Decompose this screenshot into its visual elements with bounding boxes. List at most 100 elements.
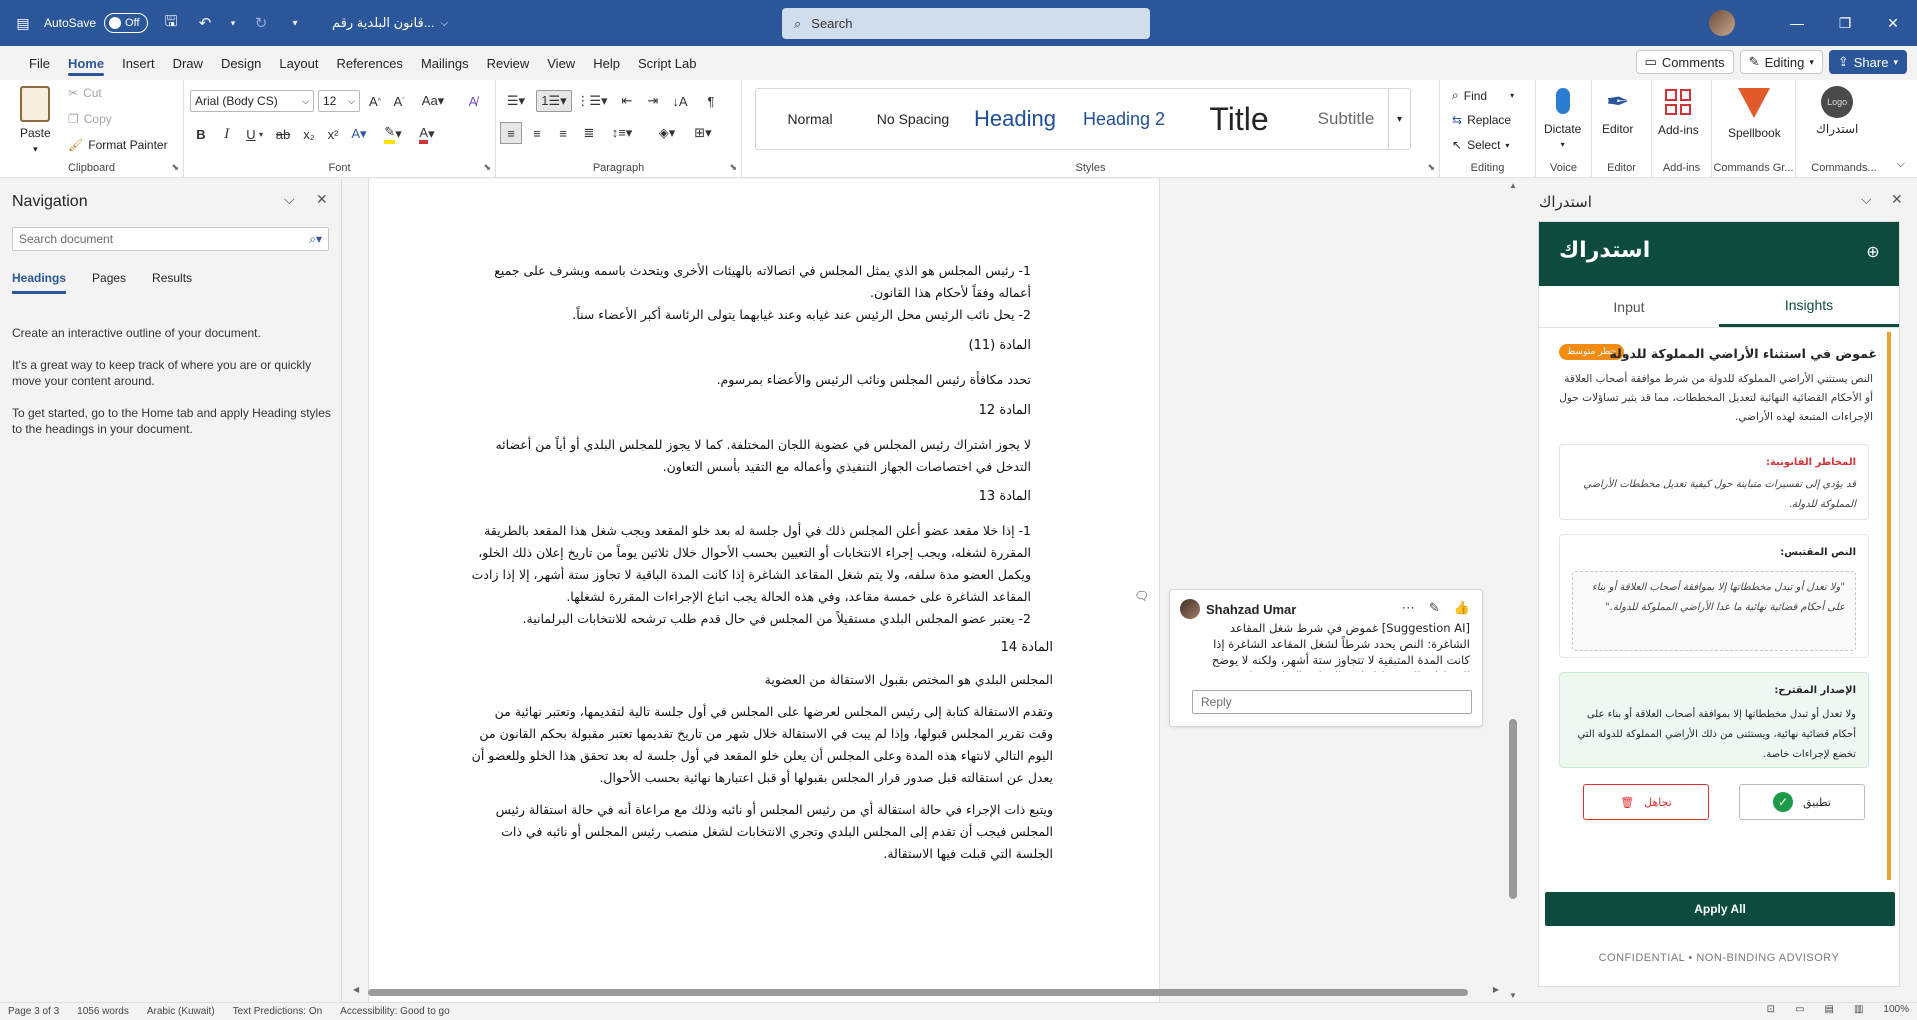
tab-home[interactable]: Home <box>59 46 113 80</box>
paragraph[interactable]: المجلس البلدي هو المختص بقبول الاستقالة … <box>469 669 1053 691</box>
shrink-font-icon[interactable]: Aˇ <box>388 90 410 112</box>
horizontal-scroll-thumb[interactable] <box>368 989 1468 996</box>
addins-button[interactable]: Add-ins <box>1658 86 1699 137</box>
ignore-button[interactable]: 🗑 تجاهل <box>1583 784 1709 820</box>
word-app-icon[interactable]: ▤ <box>14 14 32 32</box>
scroll-down-icon[interactable]: ▼ <box>1509 991 1517 1000</box>
numbering-icon[interactable]: 1☰▾ <box>536 90 572 112</box>
nav-tab-results[interactable]: Results <box>152 271 192 294</box>
nav-tab-headings[interactable]: Headings <box>12 271 67 294</box>
line-spacing-icon[interactable]: ↕≡▾ <box>606 122 638 144</box>
copy-button[interactable]: ❐ Copy <box>68 112 112 126</box>
close-icon[interactable]: ✕ <box>1869 0 1917 46</box>
tab-references[interactable]: References <box>327 46 411 80</box>
vertical-scrollbar[interactable]: ▲ ▼ <box>1506 179 1520 1002</box>
article-heading[interactable]: المادة 12 <box>789 403 1031 418</box>
read-mode-icon[interactable]: ▭ <box>1795 1004 1804 1015</box>
dialog-launcher-icon[interactable]: ⬊ <box>171 162 179 173</box>
align-center-icon[interactable]: ≡ <box>526 122 548 144</box>
tab-view[interactable]: View <box>538 46 584 80</box>
paragraph[interactable]: 1- إذا خلا مقعد عضو أعلن المجلس ذلك في أ… <box>469 520 1031 608</box>
like-icon[interactable]: 👍 <box>1454 600 1470 616</box>
chevron-down-icon[interactable]: ⌵ <box>1861 191 1872 208</box>
collapse-ribbon-icon[interactable]: ⌵ <box>1897 158 1905 171</box>
paragraph[interactable]: وتقدم الاستقالة كتابة إلى رئيس المجلس لع… <box>469 701 1053 789</box>
font-size-select[interactable]: 12 ⌵ <box>318 90 360 112</box>
scroll-left-icon[interactable]: ◀ <box>353 985 359 994</box>
paragraph[interactable]: ويتبع ذات الإجراء في حالة استقالة أي من … <box>469 799 1053 865</box>
style-title[interactable]: Title <box>1180 89 1298 149</box>
style-no-spacing[interactable]: No Spacing <box>864 89 962 149</box>
tab-insert[interactable]: Insert <box>113 46 164 80</box>
language[interactable]: Arabic (Kuwait) <box>147 1006 215 1017</box>
apply-all-button[interactable]: Apply All <box>1545 892 1895 926</box>
justify-icon[interactable]: ≣ <box>578 122 600 144</box>
align-right-icon[interactable]: ≡ <box>552 122 574 144</box>
decrease-indent-icon[interactable]: ⇤ <box>616 90 638 112</box>
search-box[interactable]: ⌕ Search <box>782 8 1150 39</box>
bullets-icon[interactable]: ☰▾ <box>502 90 530 112</box>
nav-tab-pages[interactable]: Pages <box>92 271 126 294</box>
align-left-icon[interactable]: ≡ <box>500 122 522 144</box>
style-heading[interactable]: Heading <box>962 89 1068 149</box>
focus-icon[interactable]: ⊡ <box>1767 1004 1775 1015</box>
cut-button[interactable]: ✂ Cut <box>68 86 102 100</box>
change-case-icon[interactable]: Aa▾ <box>418 90 448 112</box>
paragraph[interactable]: تحدد مكافأة رئيس المجلس ونائب الرئيس وال… <box>469 369 1031 391</box>
tab-help[interactable]: Help <box>584 46 629 80</box>
vertical-scroll-thumb[interactable] <box>1509 719 1517 899</box>
paragraph[interactable]: لا يجوز اشتراك رئيس المجلس في عضوية اللج… <box>469 434 1031 478</box>
dialog-launcher-icon[interactable]: ⬊ <box>729 162 737 173</box>
editing-mode-button[interactable]: ✎ Editing ▾ <box>1739 50 1823 74</box>
istidrak-button[interactable]: Logo استدراك <box>1816 86 1858 136</box>
close-icon[interactable]: ✕ <box>1891 191 1903 208</box>
paragraph[interactable]: 1- رئيس المجلس هو الذي يمثل المجلس في ات… <box>469 260 1031 304</box>
style-subtitle[interactable]: Subtitle <box>1298 89 1394 149</box>
tab-script-lab[interactable]: Script Lab <box>629 46 706 80</box>
editor-button[interactable]: ✒ Editor <box>1602 86 1633 136</box>
font-name-select[interactable]: Arial (Body CS) ⌵ <box>190 90 314 112</box>
customize-toolbar-icon[interactable]: ▾ <box>284 12 306 34</box>
reply-input[interactable]: Reply <box>1192 690 1472 714</box>
style-normal[interactable]: Normal <box>756 89 864 149</box>
text-predictions[interactable]: Text Predictions: On <box>233 1006 322 1017</box>
article-heading[interactable]: المادة (11) <box>789 338 1031 353</box>
tab-insights[interactable]: Insights <box>1719 286 1899 327</box>
article-heading[interactable]: المادة 14 <box>789 640 1053 655</box>
tab-mailings[interactable]: Mailings <box>412 46 478 80</box>
multilevel-list-icon[interactable]: ⋮☰▾ <box>576 90 607 112</box>
undo-icon[interactable]: ↶ <box>194 12 216 34</box>
clear-formatting-icon[interactable]: A̸ <box>462 90 484 112</box>
sort-icon[interactable]: ↓A <box>666 90 694 112</box>
globe-icon[interactable]: ⊕ <box>1863 242 1883 262</box>
tab-layout[interactable]: Layout <box>270 46 327 80</box>
dialog-launcher-icon[interactable]: ⬊ <box>483 162 491 173</box>
paste-button[interactable]: Paste ▾ <box>20 86 51 155</box>
web-layout-icon[interactable]: ▥ <box>1854 1004 1863 1015</box>
scroll-right-icon[interactable]: ▶ <box>1493 985 1499 994</box>
autosave-toggle[interactable]: Off <box>104 13 149 33</box>
select-button[interactable]: ↖ Select ▾ <box>1452 138 1509 152</box>
article-heading[interactable]: المادة 13 <box>789 489 1031 504</box>
navigation-search-input[interactable]: Search document ⌕▾ <box>12 227 329 251</box>
search-icon[interactable]: ⌕▾ <box>309 232 322 247</box>
paragraph[interactable]: 2- يحل نائب الرئيس محل الرئيس عند غيابه … <box>469 304 1031 326</box>
find-button[interactable]: ⌕ Find ▾ <box>1452 88 1514 103</box>
horizontal-scrollbar[interactable]: ◀ ▶ <box>343 985 1503 999</box>
italic-icon[interactable]: I <box>216 123 238 145</box>
autosave[interactable]: AutoSave Off <box>44 13 149 33</box>
word-count[interactable]: 1056 words <box>77 1006 129 1017</box>
replace-button[interactable]: ⇆ Replace <box>1452 113 1511 127</box>
pilcrow-icon[interactable]: ¶ <box>700 90 722 112</box>
close-icon[interactable]: ✕ <box>316 191 328 208</box>
tab-input[interactable]: Input <box>1539 286 1719 327</box>
tab-file[interactable]: File <box>20 46 59 80</box>
text-effects-icon[interactable]: A▾ <box>348 123 370 145</box>
tab-design[interactable]: Design <box>212 46 270 80</box>
restore-icon[interactable]: ❐ <box>1821 0 1869 46</box>
borders-icon[interactable]: ⊞▾ <box>688 122 718 144</box>
more-options-icon[interactable]: ⋯ <box>1402 600 1415 616</box>
strikethrough-icon[interactable]: ab <box>272 123 294 145</box>
undo-dropdown-icon[interactable]: ▾ <box>228 12 238 34</box>
share-button[interactable]: ⇪ Share ▾ <box>1828 50 1907 74</box>
